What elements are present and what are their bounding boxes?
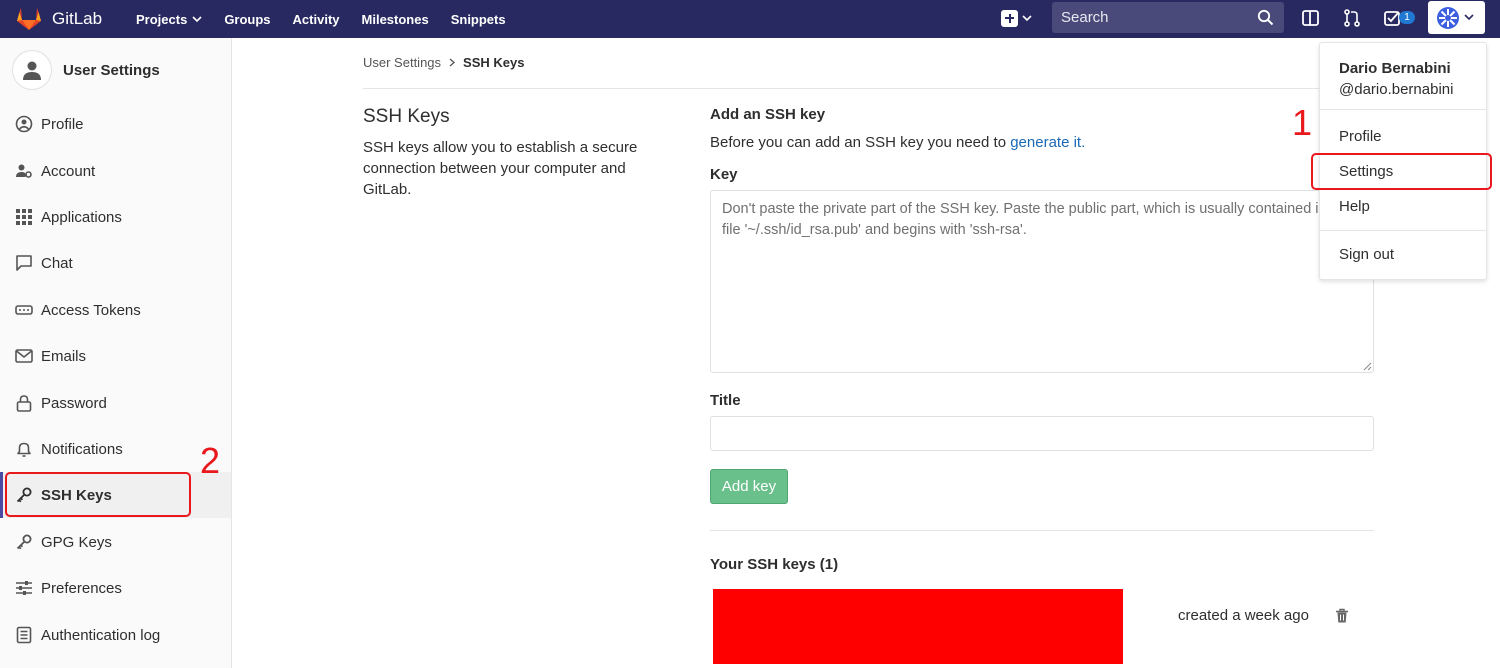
token-icon [15,305,33,315]
sidebar-item-label: Emails [41,347,87,365]
search-icon [1257,9,1274,26]
sidebar-item-label: Account [41,162,96,180]
sidebar-item-label: Chat [41,254,73,272]
add-key-description-text: Before you can add an SSH key you need t… [710,134,1011,151]
user-icon [23,61,41,80]
sidebar-item-password[interactable]: Password [0,380,231,426]
user-settings-avatar [12,50,52,90]
divider [1320,109,1486,110]
mail-icon [15,349,33,363]
nav-groups[interactable]: Groups [224,12,270,27]
sidebar-item-label: Authentication log [41,626,161,644]
nav-milestones[interactable]: Milestones [362,12,429,27]
key-created-time: created a week ago [1178,607,1309,624]
avatar [1437,6,1459,29]
trash-icon[interactable] [1335,608,1349,624]
sidebar-item-emails[interactable]: Emails [0,333,231,379]
add-key-button[interactable]: Add key [710,469,788,504]
sliders-icon [16,581,32,595]
bell-icon [17,442,31,457]
sidebar-item-label: Access Tokens [41,301,141,319]
breadcrumb-current[interactable]: SSH Keys [463,55,524,70]
sidebar-item-preferences[interactable]: Preferences [0,565,231,611]
key-icon [16,534,32,550]
nav-projects[interactable]: Projects [136,12,202,27]
chevron-down-icon [192,15,202,22]
nav-activity[interactable]: Activity [293,12,340,27]
add-key-description: Before you can add an SSH key you need t… [710,134,1085,151]
sidebar-item-gpg-keys[interactable]: GPG Keys [0,519,231,565]
dropdown-item-help[interactable]: Help [1339,198,1370,215]
chat-icon [16,255,32,271]
account-icon [16,164,32,178]
sidebar-item-chat[interactable]: Chat [0,240,231,286]
title-input[interactable] [710,416,1374,451]
sidebar-item-applications[interactable]: Applications [0,194,231,240]
plus-icon [1001,9,1018,27]
top-navbar: GitLab Projects Groups Activity Mileston… [0,0,1500,38]
chevron-down-icon [1464,14,1474,21]
search-input[interactable] [1052,2,1284,33]
nav-snippets[interactable]: Snippets [451,12,506,27]
breadcrumb-parent[interactable]: User Settings [363,55,441,70]
divider [1320,230,1486,231]
sidebar-item-authentication-log[interactable]: Authentication log [0,612,231,658]
boards-icon[interactable] [1301,8,1321,28]
annotation-highlight-ssh-keys [5,472,191,517]
sidebar-item-account[interactable]: Account [0,148,231,194]
chevron-right-icon [449,58,456,67]
applications-icon [16,209,32,225]
user-menu-button[interactable] [1428,1,1485,34]
add-key-heading: Add an SSH key [710,106,826,123]
dropdown-item-profile[interactable]: Profile [1339,128,1382,145]
dropdown-user-name: Dario Bernabini [1339,60,1451,77]
page-title: SSH Keys [363,106,450,127]
sidebar-item-label: Notifications [41,440,123,458]
gitlab-logo-icon [17,8,41,30]
sidebar-item-profile[interactable]: Profile [0,101,231,147]
annotation-step-2: 2 [200,440,221,481]
nav-projects-label: Projects [136,11,188,27]
annotation-step-1: 1 [1292,102,1313,143]
generate-it-link[interactable]: generate it. [1010,134,1085,151]
brand-name: GitLab [52,9,103,28]
sidebar-title: User Settings [63,61,160,79]
sidebar-item-notifications[interactable]: Notifications [0,426,231,472]
sidebar-item-label: Applications [41,208,122,226]
key-label: Key [710,166,738,183]
sidebar-item-label: Preferences [41,579,122,597]
ssh-keys-list-title: Your SSH keys (1) [710,556,839,573]
gitlab-home-link[interactable]: GitLab [16,5,102,33]
dropdown-item-sign-out[interactable]: Sign out [1339,246,1394,263]
merge-requests-icon[interactable] [1342,8,1362,28]
divider [363,88,1374,89]
dropdown-user-handle: @dario.bernabini [1339,81,1454,98]
sidebar-item-label: Profile [41,115,84,133]
sidebar-item-label: GPG Keys [41,533,112,551]
search-box [1052,2,1284,33]
main-nav: Projects Groups Activity Milestones Snip… [136,0,528,38]
breadcrumb: User Settings SSH Keys [363,55,524,70]
resize-handle-icon[interactable] [1363,362,1372,371]
sidebar-item-label: Password [41,394,107,412]
settings-sidebar: User Settings Profile Account Applicatio… [0,38,232,668]
new-item-button[interactable] [1001,8,1032,28]
todo-count-badge: 1 [1399,11,1415,24]
profile-icon [15,115,33,133]
log-icon [16,626,32,644]
sidebar-header[interactable]: User Settings [12,50,160,90]
sidebar-item-access-tokens[interactable]: Access Tokens [0,287,231,333]
lock-icon [16,395,32,412]
annotation-highlight-settings [1311,153,1492,190]
redacted-key-info[interactable] [713,589,1123,664]
chevron-down-icon [1022,14,1032,21]
key-textarea[interactable] [710,190,1374,373]
title-label: Title [710,392,741,409]
section-description: SSH keys allow you to establish a secure… [363,139,638,198]
divider [710,530,1374,531]
